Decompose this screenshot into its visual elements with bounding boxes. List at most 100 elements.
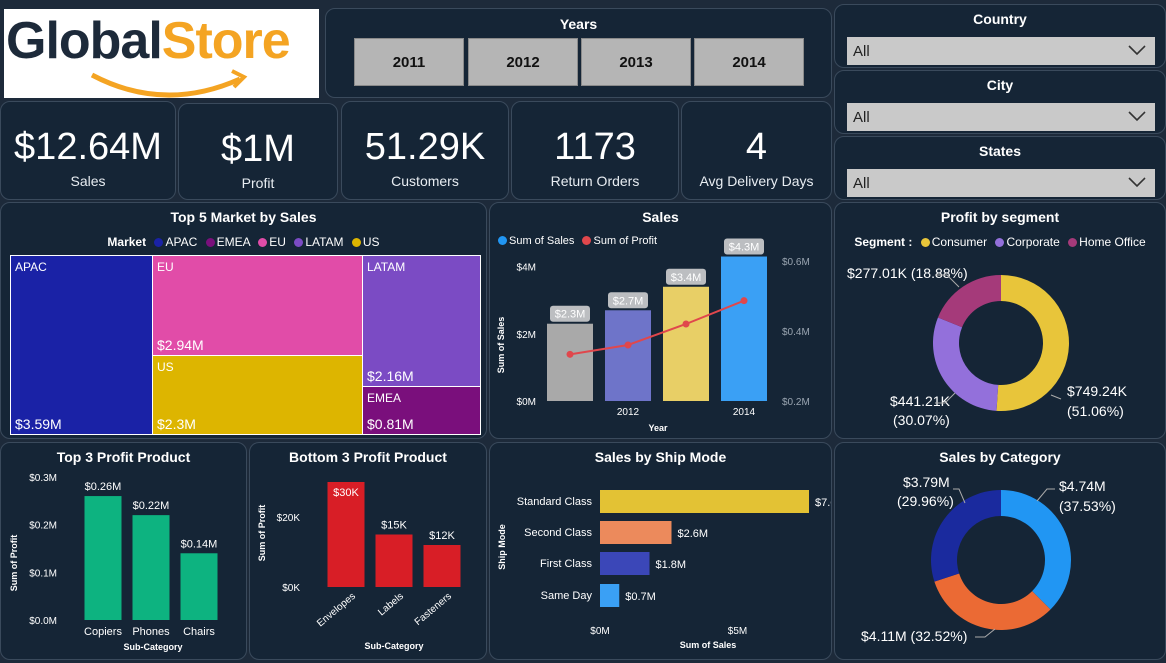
sales-data-label: $2.3M xyxy=(555,309,586,321)
treemap-title: Top 5 Market by Sales xyxy=(170,209,317,225)
kpi-sales-value: $12.64M xyxy=(14,126,162,168)
city-slicer: City All xyxy=(834,70,1166,134)
sales-combo-chart: Sum of Sales Year $0M $2M $4M $0.2M $0.4M $0.… xyxy=(496,238,810,433)
x-tick: Labels xyxy=(376,591,406,618)
segment-donut-chart: $277.01K (18.88%) $441.21K (30.07%) $749… xyxy=(847,265,1128,428)
kpi-delivery-label: Avg Delivery Days xyxy=(699,173,814,189)
treemap-cell-eu[interactable]: EU $2.94M xyxy=(152,255,363,356)
y-tick: $0.1M xyxy=(29,568,57,579)
year-button-2011[interactable]: 2011 xyxy=(354,38,464,86)
sales-y2-tick: $0.4M xyxy=(782,327,810,338)
profit-point xyxy=(624,341,632,349)
segment-pct-corporate: (30.07%) xyxy=(893,412,950,428)
ship-mode-card: Sales by Ship Mode Ship Mode Sum of Sale… xyxy=(489,442,832,660)
y-tick: $0.2M xyxy=(29,521,57,532)
segment-leader-line xyxy=(1050,394,1062,400)
kpi-returns-value: 1173 xyxy=(554,126,636,168)
sales-y-axis-title: Sum of Sales xyxy=(496,317,506,374)
profit-point xyxy=(566,350,574,358)
market-treemap-card: Top 5 Market by Sales Market APAC EMEA E… xyxy=(0,202,487,439)
profit-point xyxy=(740,297,748,305)
kpi-card-customers: 51.29K Customers xyxy=(341,101,509,200)
y-tick: $0K xyxy=(282,583,300,594)
category-donut-card: Sales by Category $3.79M (29.96%) $4.74M… xyxy=(834,442,1166,660)
kpi-returns-label: Return Orders xyxy=(550,173,640,189)
x-tick: Copiers xyxy=(84,626,122,638)
bottom-profit-card: Bottom 3 Profit Product Sum of Profit Su… xyxy=(249,442,487,660)
bottom-x-axis-title: Sub-Category xyxy=(364,641,423,651)
ship-category-label: Second Class xyxy=(524,527,592,539)
ship-data-label: $0.7M xyxy=(625,591,656,603)
city-dropdown[interactable]: All xyxy=(847,103,1155,131)
treemap-legend-title: Market xyxy=(107,235,147,249)
ship-x-tick: $0M xyxy=(590,626,609,637)
sales-y-tick: $2M xyxy=(517,330,536,341)
ship-x-axis-title: Sum of Sales xyxy=(680,640,737,650)
bottom-y-axis-title: Sum of Profit xyxy=(257,505,267,562)
kpi-profit-value: $1M xyxy=(221,128,295,170)
chevron-down-icon xyxy=(1128,111,1146,122)
category-pct-a: (37.53%) xyxy=(1059,498,1116,514)
category-pct-c: (29.96%) xyxy=(897,493,954,509)
bar-data-label: $30K xyxy=(333,487,359,499)
year-button-2012[interactable]: 2012 xyxy=(468,38,578,86)
y-tick: $20K xyxy=(277,513,301,524)
bar xyxy=(84,496,122,620)
legend-us: US xyxy=(362,235,380,249)
ship-bar xyxy=(600,521,672,544)
legend-emea: EMEA xyxy=(216,235,250,249)
kpi-delivery-value: 4 xyxy=(745,126,768,168)
city-value: All xyxy=(853,108,870,126)
treemap-cell-latam[interactable]: LATAM $2.16M xyxy=(362,255,481,387)
kpi-customers-value: 51.29K xyxy=(364,126,486,168)
states-title: States xyxy=(978,143,1022,159)
y-tick: $0.0M xyxy=(29,616,57,627)
bar-data-label: $15K xyxy=(381,520,407,532)
states-dropdown[interactable]: All xyxy=(847,169,1155,197)
treemap-legend: Market APAC EMEA EU LATAM US xyxy=(1,235,486,249)
segment-label-home-office: $277.01K (18.88%) xyxy=(847,265,968,281)
sales-y-tick: $4M xyxy=(517,263,536,274)
country-dropdown[interactable]: All xyxy=(847,37,1155,65)
year-button-2013[interactable]: 2013 xyxy=(581,38,691,86)
logo-smile-icon xyxy=(90,69,248,98)
profit-line xyxy=(569,299,745,356)
category-donut-chart: $3.79M (29.96%) $4.74M (37.53%) $4.11M (… xyxy=(861,474,1116,644)
treemap-cell-apac[interactable]: APAC $3.59M xyxy=(10,255,153,435)
category-leader-line xyxy=(1036,488,1055,502)
ship-y-axis-title: Ship Mode xyxy=(497,524,507,570)
years-slicer: Years 2011 2012 2013 2014 xyxy=(325,8,832,98)
segment-donut-card: Profit by segment Segment : Consumer Cor… xyxy=(834,202,1166,439)
chevron-down-icon xyxy=(1128,45,1146,56)
ship-data-label: $7.6M xyxy=(815,497,832,509)
ship-bar xyxy=(600,490,809,513)
top-x-axis-title: Sub-Category xyxy=(123,642,182,652)
y-tick: $0.3M xyxy=(29,473,57,484)
top-y-axis-title: Sum of Profit xyxy=(9,535,19,592)
kpi-card-profit: $1M Profit xyxy=(178,103,338,200)
store-logo: GlobalStore xyxy=(4,9,319,98)
chevron-down-icon xyxy=(1128,177,1146,188)
ship-mode-hbar-chart: Ship Mode Sum of Sales Standard Class $7.… xyxy=(497,490,832,650)
category-label-a: $4.74M xyxy=(1059,478,1106,494)
treemap-cell-us[interactable]: US $2.3M xyxy=(152,355,363,435)
ship-bar xyxy=(600,552,650,575)
year-button-2014[interactable]: 2014 xyxy=(694,38,804,86)
kpi-card-delivery: 4 Avg Delivery Days xyxy=(681,101,832,200)
sales-x-tick: 2012 xyxy=(617,407,640,418)
sales-bar xyxy=(721,256,767,401)
bottom-profit-bar-chart: Sum of Profit Sub-Category $0K $20K $30K En… xyxy=(257,482,461,651)
ship-x-tick: $5M xyxy=(728,626,747,637)
segment-label-corporate: $441.21K xyxy=(890,393,951,409)
sales-data-label: $3.4M xyxy=(671,272,702,284)
sales-chart-card: Sales Sum of Sales Sum of Profit Sum of … xyxy=(489,202,832,439)
legend-eu: EU xyxy=(269,235,286,249)
treemap-cell-emea[interactable]: EMEA $0.81M xyxy=(362,386,481,435)
country-title: Country xyxy=(973,11,1027,27)
ship-category-label: Standard Class xyxy=(517,496,593,508)
bar xyxy=(132,515,170,620)
sales-data-label: $2.7M xyxy=(613,295,644,307)
category-slice xyxy=(934,573,1051,630)
legend-apac: APAC xyxy=(165,235,198,249)
bar-data-label: $12K xyxy=(429,530,455,542)
